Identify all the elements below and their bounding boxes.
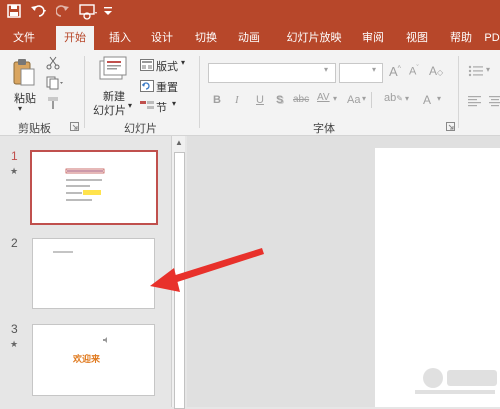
slides-group-label: 幻灯片	[124, 123, 157, 135]
copy-icon[interactable]	[46, 76, 64, 93]
ribbon-tabs: 文件 开始 插入 设计 切换 动画 幻灯片放映 审阅 视图 帮助 PD	[0, 26, 500, 50]
font-size-select[interactable]	[339, 63, 383, 83]
bold-button[interactable]: B	[213, 94, 221, 106]
italic-button[interactable]: I	[235, 94, 239, 106]
layout-button[interactable]: 版式	[156, 58, 178, 74]
divider	[458, 56, 459, 128]
watermark-logo	[405, 360, 500, 400]
font-size-dropdown-icon[interactable]: ▾	[372, 65, 376, 74]
title-bar	[0, 0, 500, 26]
font-family-dropdown-icon[interactable]: ▾	[324, 65, 328, 74]
slide-thumbnail-1[interactable]	[30, 150, 158, 225]
redo-icon[interactable]	[55, 4, 70, 22]
cut-icon[interactable]	[46, 56, 60, 73]
decrease-font-size-icon[interactable]: Aˇ	[409, 65, 419, 78]
new-slide-icon[interactable]	[98, 55, 128, 88]
layout-icon[interactable]	[140, 59, 154, 74]
divider	[84, 56, 85, 128]
tab-help[interactable]: 帮助	[445, 26, 477, 50]
divider	[199, 56, 200, 128]
align-left-icon[interactable]	[468, 95, 482, 110]
slide-3-sound-icon	[103, 337, 107, 343]
new-slide-label-2[interactable]: 幻灯片	[93, 102, 126, 118]
slide-thumbnail-3[interactable]: 欢迎来	[32, 324, 155, 396]
tab-view[interactable]: 视图	[401, 26, 433, 50]
annotation-arrow-icon	[150, 248, 264, 292]
save-icon[interactable]	[7, 4, 21, 22]
highlight-color-icon[interactable]: ab✎	[384, 92, 403, 104]
underline-button[interactable]: U	[256, 94, 264, 106]
slide-2-content	[53, 251, 73, 253]
format-painter-icon[interactable]	[46, 96, 60, 113]
layout-dropdown-icon[interactable]: ▾	[181, 58, 185, 67]
tab-transitions[interactable]: 切换	[190, 26, 222, 50]
clipboard-launcher-icon[interactable]	[70, 122, 79, 134]
change-case-dropdown-icon[interactable]: ▾	[362, 94, 366, 103]
font-group-label: 字体	[313, 123, 335, 135]
increase-font-size-icon[interactable]: A^	[389, 64, 401, 79]
slide-1-content	[65, 168, 105, 201]
font-family-select[interactable]	[208, 63, 336, 83]
slide-number: 1	[11, 149, 18, 163]
tab-insert[interactable]: 插入	[104, 26, 136, 50]
tab-file[interactable]: 文件	[8, 26, 40, 50]
divider	[371, 92, 372, 108]
slide-thumbnail-2[interactable]	[32, 238, 155, 309]
customize-qat-icon[interactable]	[103, 4, 113, 23]
slide-number: 2	[11, 236, 18, 250]
animation-star-icon: ★	[10, 339, 19, 349]
font-color-icon[interactable]: A	[423, 93, 431, 107]
bullets-dropdown-icon[interactable]: ▾	[486, 65, 490, 74]
new-slide-dropdown-icon[interactable]: ▾	[128, 101, 132, 110]
clear-formatting-icon[interactable]: A◇	[429, 64, 443, 78]
tab-design[interactable]: 设计	[146, 26, 178, 50]
slide-number: 3	[11, 322, 18, 336]
bullets-icon[interactable]	[468, 65, 484, 80]
font-color-dropdown-icon[interactable]: ▾	[437, 94, 441, 103]
tab-pdf[interactable]: PD	[482, 26, 500, 50]
tab-slide-show[interactable]: 幻灯片放映	[282, 26, 346, 50]
character-spacing-button[interactable]: AV	[317, 92, 330, 103]
text-shadow-button[interactable]: S	[276, 94, 283, 106]
align-center-icon[interactable]	[489, 95, 500, 110]
paste-icon[interactable]	[12, 58, 36, 88]
character-spacing-dropdown-icon[interactable]: ▾	[333, 94, 337, 103]
scroll-up-icon[interactable]: ▲	[175, 138, 183, 147]
font-launcher-icon[interactable]	[446, 122, 455, 134]
reset-button[interactable]: 重置	[156, 79, 178, 95]
section-dropdown-icon[interactable]: ▾	[172, 99, 176, 108]
tab-animations[interactable]: 动画	[233, 26, 265, 50]
tab-review[interactable]: 审阅	[357, 26, 389, 50]
section-button[interactable]: 节	[156, 99, 167, 115]
ribbon: 粘贴 ▾ 剪贴板 新建 幻灯片 ▾ 版式 ▾ 重置 节 ▾ 幻灯片 ▾ ▾ A^…	[0, 50, 500, 136]
section-icon[interactable]	[140, 100, 154, 115]
undo-icon[interactable]	[30, 4, 48, 22]
animation-star-icon: ★	[10, 166, 19, 176]
paste-dropdown-icon[interactable]: ▾	[18, 104, 22, 113]
tab-home[interactable]: 开始	[56, 26, 94, 50]
present-from-start-icon[interactable]	[78, 4, 98, 24]
clipboard-group-label: 剪贴板	[18, 123, 51, 135]
reset-icon[interactable]	[140, 80, 154, 95]
change-case-button[interactable]: Aa	[347, 94, 360, 106]
slide-3-title: 欢迎来	[73, 354, 101, 364]
strikethrough-button[interactable]: abc	[293, 94, 309, 105]
highlight-dropdown-icon[interactable]: ▾	[405, 94, 409, 103]
